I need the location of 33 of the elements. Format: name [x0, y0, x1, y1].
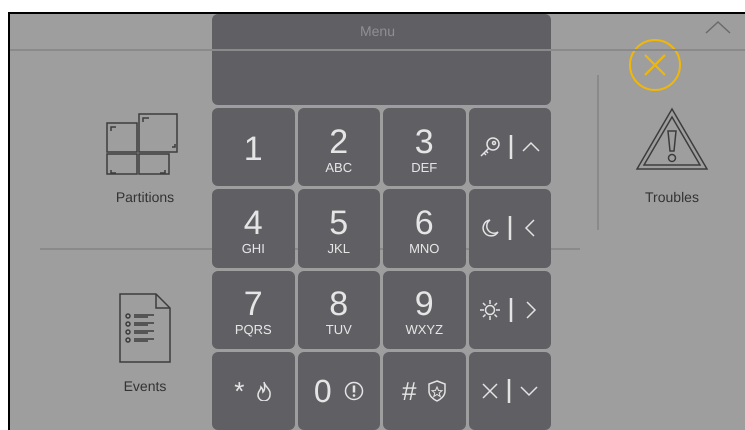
- keypad-key[interactable]: [468, 270, 551, 349]
- keypad-key[interactable]: #: [383, 352, 466, 430]
- separator-icon: [508, 216, 512, 240]
- keypad-key[interactable]: 5 JKL: [298, 189, 380, 268]
- x-icon: [480, 382, 499, 400]
- keypad-key[interactable]: 1: [212, 108, 294, 186]
- keypad-key[interactable]: [468, 108, 551, 186]
- sun-icon: [478, 298, 501, 321]
- keypad-key[interactable]: 4 GHI: [212, 189, 294, 268]
- flame-icon: [256, 380, 272, 401]
- tile-label[interactable]: Events: [124, 376, 166, 397]
- separator-icon: [508, 298, 513, 322]
- moon-icon: [480, 218, 500, 238]
- keypad-key[interactable]: 6 MNO: [383, 189, 466, 268]
- keypad-key[interactable]: [468, 189, 551, 268]
- alert-circle-icon: [344, 380, 364, 401]
- tile-label[interactable]: Troubles: [645, 187, 699, 208]
- keypad-key[interactable]: 0: [298, 352, 380, 430]
- badge-icon: [428, 380, 446, 402]
- key-icon: [478, 136, 501, 158]
- close-icon: [643, 53, 667, 77]
- keypad-key[interactable]: *: [212, 352, 294, 430]
- keypad-key[interactable]: 7 PQRS: [212, 270, 294, 349]
- separator-icon: [506, 378, 511, 403]
- keypad-key[interactable]: 3 DEF: [383, 108, 466, 186]
- tile-label[interactable]: Partitions: [116, 187, 174, 208]
- separator-icon: [508, 135, 513, 160]
- keypad-key[interactable]: 8 TUV: [298, 270, 380, 349]
- keypad-key[interactable]: 2 ABC: [298, 108, 380, 186]
- keypad-key[interactable]: [468, 352, 551, 430]
- chevron-up-icon: [705, 20, 731, 34]
- document-list-icon: [118, 292, 172, 364]
- keypad-key[interactable]: 9 WXYZ: [383, 270, 466, 349]
